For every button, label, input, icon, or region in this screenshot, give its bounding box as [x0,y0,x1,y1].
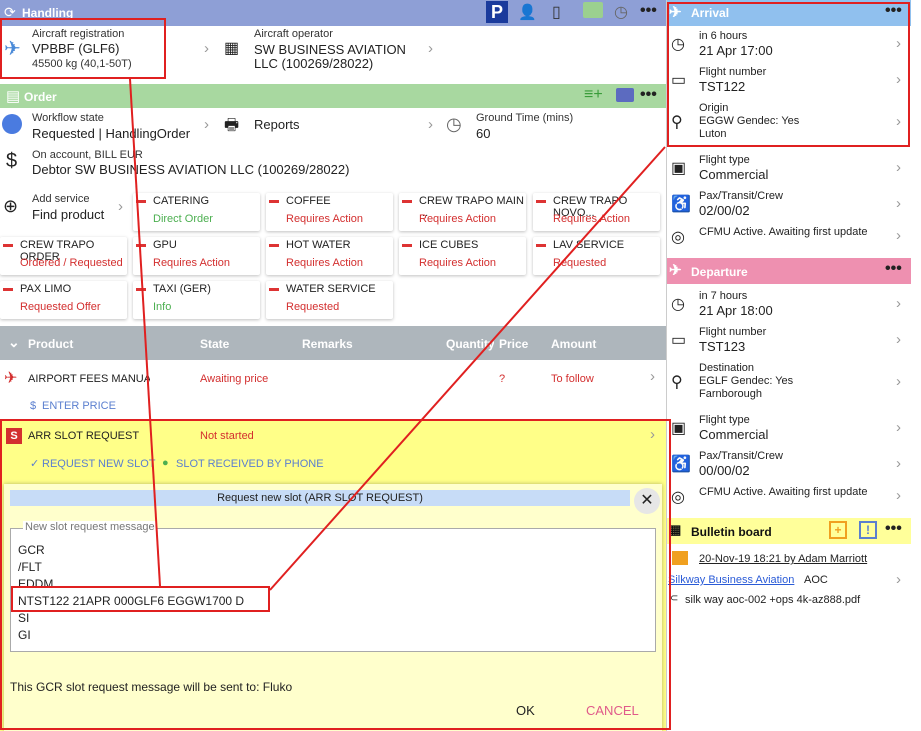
connector-line [129,78,161,587]
annotation-lines [129,78,666,591]
connector-line [269,146,666,591]
